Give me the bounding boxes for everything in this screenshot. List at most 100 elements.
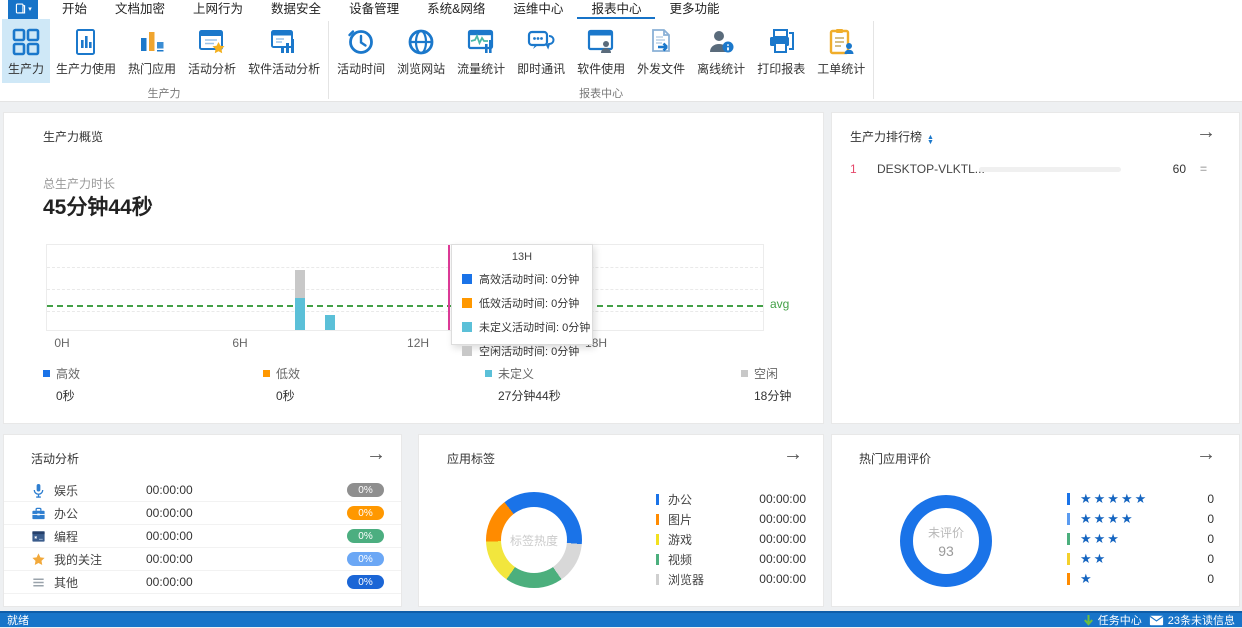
toolbar-button-doc-chart[interactable]: 生产力使用 — [50, 19, 122, 83]
tooltip-row: 未定义活动时间: 0分钟 — [462, 319, 592, 335]
panel-title: 应用标签 — [447, 450, 495, 467]
activity-row[interactable]: 娱乐00:00:000% — [4, 479, 401, 502]
toolbar-group-buttons: 生产力生产力使用热门应用活动分析软件活动分析 — [0, 19, 328, 83]
ribbon-tab-4[interactable]: 设备管理 — [335, 0, 413, 19]
activity-percent-badge: 0% — [347, 529, 384, 543]
ribbon-tab-8[interactable]: 更多功能 — [655, 0, 733, 19]
toolbar-button-label: 离线统计 — [697, 60, 745, 77]
code-win-icon — [31, 529, 46, 544]
toolbar-group-label: 报表中心 — [329, 85, 873, 101]
tag-legend: 办公00:00:00图片00:00:00游戏00:00:00视频00:00:00… — [656, 489, 806, 589]
total-productivity-label: 总生产力时长 — [43, 175, 115, 192]
activity-row[interactable]: 我的关注00:00:000% — [4, 548, 401, 571]
toolbar-button-chat[interactable]: 即时通讯 — [511, 19, 571, 83]
panel-activity-analysis: 活动分析 → 娱乐00:00:000%办公00:00:000%编程00:00:0… — [3, 434, 402, 607]
tag-label: 视频 — [668, 551, 692, 568]
ribbon-tab-1[interactable]: 文档加密 — [101, 0, 179, 19]
tag-legend-row[interactable]: 办公00:00:00 — [656, 489, 806, 509]
hover-indicator-line — [448, 245, 450, 330]
chart-legend-item: 空闲18分钟 — [741, 365, 791, 404]
rating-row[interactable]: ★★0 — [1067, 549, 1214, 569]
task-center-button[interactable]: 任务中心 — [1083, 612, 1142, 628]
legend-value: 0秒 — [276, 387, 300, 404]
productivity-bar-chart[interactable] — [46, 244, 764, 331]
rank-number: 1 — [850, 159, 857, 179]
toolbar-button-label: 即时通讯 — [517, 60, 565, 77]
bars-app-icon — [137, 27, 167, 57]
toolbar-button-win-person[interactable]: 软件使用 — [571, 19, 631, 83]
task-center-label: 任务中心 — [1098, 612, 1142, 628]
ribbon-tab-3[interactable]: 数据安全 — [257, 0, 335, 19]
toolbar-button-label: 流量统计 — [457, 60, 505, 77]
activity-row[interactable]: 办公00:00:000% — [4, 502, 401, 525]
tag-heat-donut-chart[interactable]: 标签热度 — [486, 492, 582, 588]
legend-value: 27分钟44秒 — [498, 387, 561, 404]
rating-row[interactable]: ★★★0 — [1067, 529, 1214, 549]
toolbar-button-win-bars[interactable]: 软件活动分析 — [242, 19, 326, 83]
group-separator — [873, 21, 874, 99]
ribbon-tab-6[interactable]: 运维中心 — [499, 0, 577, 19]
status-bar: 就绪 任务中心 23条未读信息 — [0, 611, 1242, 627]
activity-row[interactable]: 其他00:00:000% — [4, 571, 401, 594]
ranking-row[interactable]: 1 DESKTOP-VLKTL... 60 = — [832, 159, 1239, 179]
arrow-down-icon — [1083, 614, 1094, 627]
activity-percent-badge: 0% — [347, 506, 384, 520]
toolbar-button-label: 外发文件 — [637, 60, 685, 77]
legend-color-tick — [656, 494, 659, 505]
legend-color-tick — [1067, 533, 1070, 545]
lines-icon — [31, 575, 46, 590]
tag-legend-row[interactable]: 游戏00:00:00 — [656, 529, 806, 549]
legend-color-tick — [1067, 493, 1070, 505]
legend-color-swatch — [485, 370, 492, 377]
ribbon-tab-0[interactable]: 开始 — [48, 0, 101, 19]
rating-row[interactable]: ★★★★★0 — [1067, 489, 1214, 509]
tag-time-value: 00:00:00 — [759, 532, 806, 546]
chart-tooltip: 13H 高效活动时间: 0分钟低效活动时间: 0分钟未定义活动时间: 0分钟空闲… — [451, 244, 593, 345]
open-detail-arrow[interactable]: → — [1196, 444, 1216, 464]
open-detail-arrow[interactable]: → — [366, 444, 386, 464]
toolbar-button-printer[interactable]: 打印报表 — [751, 19, 811, 83]
rating-row[interactable]: ★0 — [1067, 569, 1214, 589]
app-menu-button[interactable]: ▾ — [8, 0, 38, 19]
unread-messages-button[interactable]: 23条未读信息 — [1149, 612, 1235, 628]
toolbar-button-bars-app[interactable]: 热门应用 — [122, 19, 182, 83]
rating-legend: ★★★★★0★★★★0★★★0★★0★0 — [1067, 489, 1214, 589]
stacked-bar-hour-9 — [325, 315, 335, 330]
toolbar-button-label: 热门应用 — [128, 60, 176, 77]
sort-icon[interactable]: ▲▼ — [927, 135, 934, 145]
ribbon-tab-bar: ▾ 开始文档加密上网行为数据安全设备管理系统&网络运维中心报表中心更多功能 — [0, 0, 1242, 19]
trend-equal-icon: = — [1200, 159, 1207, 179]
panel-title: 活动分析 — [31, 450, 79, 467]
rating-row[interactable]: ★★★★0 — [1067, 509, 1214, 529]
caret-down-icon: ▾ — [28, 6, 32, 13]
activity-row[interactable]: 编程00:00:000% — [4, 525, 401, 548]
win-bars-icon — [269, 27, 299, 57]
toolbar-button-monitor-pulse[interactable]: 流量统计 — [451, 19, 511, 83]
activity-label: 娱乐 — [54, 482, 146, 499]
tag-legend-row[interactable]: 视频00:00:00 — [656, 549, 806, 569]
ribbon-tab-2[interactable]: 上网行为 — [179, 0, 257, 19]
ribbon-tab-5[interactable]: 系统&网络 — [413, 0, 499, 19]
ribbon-tab-7[interactable]: 报表中心 — [577, 0, 655, 19]
toolbar-button-clipboard-person[interactable]: 工单统计 — [811, 19, 871, 83]
open-detail-arrow[interactable]: → — [1196, 122, 1216, 142]
star-icons: ★ — [1080, 571, 1094, 587]
toolbar-button-grid[interactable]: 生产力 — [2, 19, 50, 83]
rating-donut-chart[interactable]: 未评价 93 — [900, 495, 992, 587]
toolbar-button-globe[interactable]: 浏览网站 — [391, 19, 451, 83]
toolbar-button-person-info[interactable]: 离线统计 — [691, 19, 751, 83]
activity-percent-badge: 0% — [347, 575, 384, 589]
open-detail-arrow[interactable]: → — [783, 444, 803, 464]
tag-legend-row[interactable]: 浏览器00:00:00 — [656, 569, 806, 589]
legend-value: 0秒 — [56, 387, 80, 404]
toolbar-button-label: 浏览网站 — [397, 60, 445, 77]
tag-label: 办公 — [668, 491, 692, 508]
toolbar-button-win-star[interactable]: 活动分析 — [182, 19, 242, 83]
tag-legend-row[interactable]: 图片00:00:00 — [656, 509, 806, 529]
legend-color-tick — [656, 534, 659, 545]
toolbar-button-doc-arrow[interactable]: 外发文件 — [631, 19, 691, 83]
doc-chart-icon — [71, 27, 101, 57]
x-tick-label: 6H — [232, 336, 247, 350]
toolbar-button-clock[interactable]: 活动时间 — [331, 19, 391, 83]
chart-legend-item: 未定义27分钟44秒 — [485, 365, 561, 404]
